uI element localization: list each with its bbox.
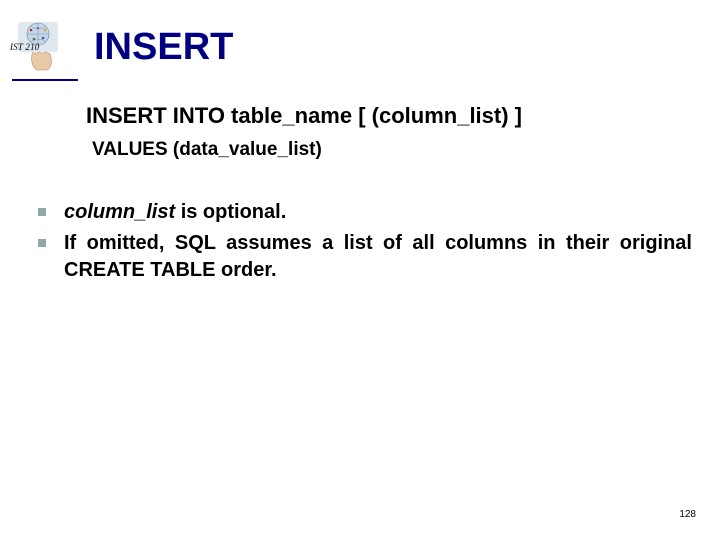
slide-header: IST 210 INSERT [0, 0, 720, 75]
page-number: 128 [679, 509, 696, 520]
bullet-icon [38, 239, 46, 247]
slide-title: INSERT [94, 26, 233, 69]
bullet-text-2: If omitted, SQL assumes a list of all co… [64, 230, 692, 284]
bullet-icon [38, 208, 46, 216]
bullet-text-1: column_list is optional. [64, 199, 692, 226]
syntax-line-2: VALUES (data_value_list) [92, 139, 690, 161]
list-item: If omitted, SQL assumes a list of all co… [38, 230, 692, 284]
syntax-line-1: INSERT INTO table_name [ (column_list) ] [86, 103, 690, 129]
list-item: column_list is optional. [38, 199, 692, 226]
course-code-label: IST 210 [10, 42, 40, 52]
course-logo: IST 210 [12, 20, 72, 75]
bullet-list: column_list is optional. If omitted, SQL… [0, 199, 720, 284]
slide-content: INSERT INTO table_name [ (column_list) ]… [0, 81, 720, 161]
